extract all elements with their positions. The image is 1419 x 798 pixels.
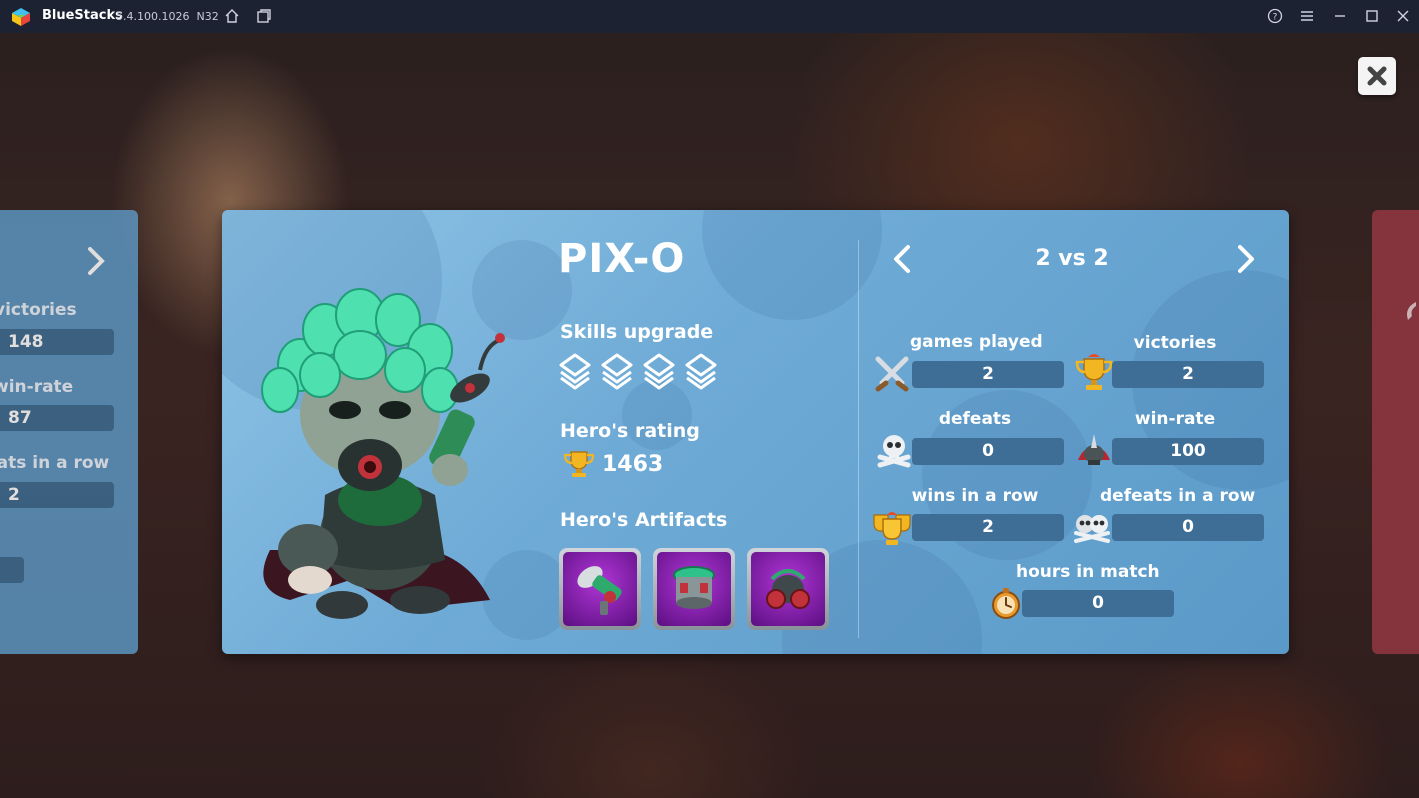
close-window-icon[interactable] bbox=[1393, 6, 1413, 26]
app-name: BlueStacks bbox=[42, 8, 123, 23]
stat-value: 2 bbox=[0, 482, 114, 508]
close-panel-button[interactable] bbox=[1358, 57, 1396, 95]
chevron-right-icon[interactable] bbox=[1234, 244, 1258, 274]
trophy-icon bbox=[563, 451, 595, 477]
win-rate-value: 100 bbox=[1112, 438, 1264, 465]
previous-hero-card[interactable]: victories 148 win-rate 87 defeats in a r… bbox=[0, 210, 138, 654]
stopwatch-icon bbox=[986, 583, 1026, 623]
winged-helmet-icon bbox=[1074, 430, 1114, 470]
crossed-swords-icon bbox=[872, 353, 912, 393]
golden-cup-icon bbox=[1074, 353, 1114, 393]
close-icon bbox=[1367, 66, 1387, 86]
version-arch: N32 bbox=[196, 10, 219, 23]
double-skull-icon bbox=[1072, 507, 1112, 547]
stat-value: 148 bbox=[0, 329, 114, 355]
win-rate-label: win-rate bbox=[1134, 409, 1216, 429]
panel-divider bbox=[858, 240, 859, 638]
next-hero-card[interactable] bbox=[1372, 210, 1419, 654]
defeats-in-a-row-label: defeats in a row bbox=[1100, 486, 1256, 506]
hero-stats-card: PIX-O Skills upgrade Hero's rating 1463 … bbox=[222, 210, 1289, 654]
skill-level-icon bbox=[601, 353, 633, 390]
reactor-artifact-icon bbox=[673, 566, 715, 609]
heros-artifacts-title: Hero's Artifacts bbox=[560, 509, 728, 531]
heros-rating-title: Hero's rating bbox=[560, 420, 700, 442]
svg-text:?: ? bbox=[1273, 13, 1278, 23]
skill-level-icon bbox=[559, 353, 591, 390]
skill-level-icon bbox=[685, 353, 717, 390]
gas-mask-artifact-icon bbox=[766, 569, 810, 609]
hero-silhouette-icon bbox=[1407, 302, 1416, 320]
app-version: 5.4.100.1026 N32 bbox=[116, 10, 219, 23]
skills-upgrade-levels bbox=[558, 352, 718, 390]
stat-label: defeats in a row bbox=[0, 453, 110, 473]
victories-value: 2 bbox=[1112, 361, 1264, 388]
stat-label: victories bbox=[0, 300, 77, 320]
artifact-slot[interactable] bbox=[559, 548, 641, 630]
hero-portrait-icon bbox=[261, 288, 505, 619]
defeats-in-a-row-value: 0 bbox=[1112, 514, 1264, 541]
maximize-icon[interactable] bbox=[1362, 6, 1382, 26]
hero-rating-value: 1463 bbox=[602, 451, 664, 477]
games-played-label: games played bbox=[910, 332, 1043, 352]
artifact-slot[interactable] bbox=[653, 548, 735, 630]
heros-rating: 1463 bbox=[562, 450, 663, 478]
artifact-slot[interactable] bbox=[747, 548, 829, 630]
chevron-left-icon[interactable] bbox=[890, 244, 914, 274]
game-mode-label: 2 vs 2 bbox=[1035, 246, 1109, 271]
hours-in-match-label: hours in match bbox=[1016, 562, 1160, 582]
home-icon[interactable] bbox=[222, 6, 242, 26]
hours-in-match-value: 0 bbox=[1022, 590, 1174, 617]
defeats-value: 0 bbox=[912, 438, 1064, 465]
game-viewport: victories 148 win-rate 87 defeats in a r… bbox=[0, 33, 1419, 798]
victories-label: victories bbox=[1133, 333, 1217, 353]
defeats-label: defeats bbox=[938, 409, 1012, 429]
menu-icon[interactable] bbox=[1297, 6, 1317, 26]
minimize-icon[interactable] bbox=[1330, 6, 1350, 26]
version-number: 5.4.100.1026 bbox=[116, 10, 190, 23]
stat-value-bar bbox=[0, 557, 24, 583]
skull-crossbones-icon bbox=[874, 429, 914, 469]
chevron-right-icon[interactable] bbox=[86, 246, 106, 276]
help-icon[interactable]: ? bbox=[1265, 6, 1285, 26]
stat-label: win-rate bbox=[0, 377, 74, 397]
skill-level-icon bbox=[643, 353, 675, 390]
radar-gun-artifact-icon bbox=[577, 566, 622, 615]
games-played-value: 2 bbox=[912, 361, 1064, 388]
multi-instance-icon[interactable] bbox=[254, 6, 274, 26]
hero-name: PIX-O bbox=[558, 236, 686, 282]
skills-upgrade-title: Skills upgrade bbox=[560, 321, 714, 343]
window-titlebar: BlueStacks 5.4.100.1026 N32 ? bbox=[0, 0, 1419, 33]
double-cup-icon bbox=[872, 507, 912, 547]
stat-value: 87 bbox=[0, 405, 114, 431]
wins-in-a-row-value: 2 bbox=[912, 514, 1064, 541]
artifact-list bbox=[559, 548, 829, 630]
wins-in-a-row-label: wins in a row bbox=[911, 486, 1039, 506]
bluestacks-logo-icon bbox=[12, 8, 30, 26]
